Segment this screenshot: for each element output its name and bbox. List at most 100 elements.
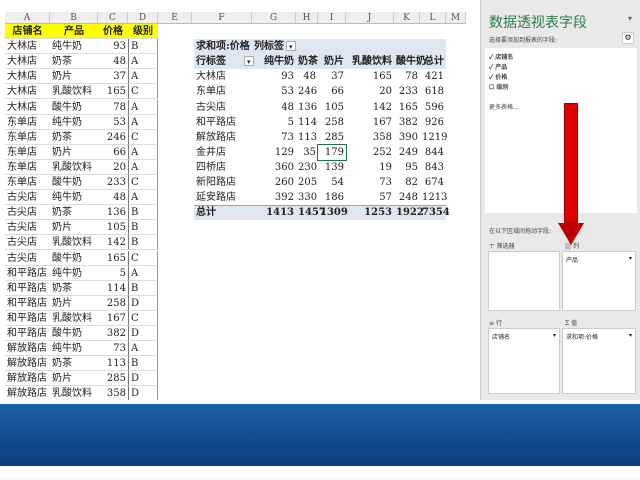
source-cell[interactable]: 105 bbox=[98, 220, 128, 236]
pivot-value-cell[interactable]: 246 bbox=[296, 84, 318, 99]
source-cell[interactable]: B bbox=[128, 39, 158, 55]
pivot-total-cell[interactable]: 1309 bbox=[318, 205, 348, 220]
source-cell[interactable]: 142 bbox=[98, 235, 128, 251]
source-header-cell[interactable]: 价格 bbox=[98, 24, 128, 39]
source-cell[interactable]: 5 bbox=[98, 266, 128, 281]
source-cell[interactable]: 奶茶 bbox=[50, 54, 98, 70]
column-filter-dropdown[interactable]: ▾ bbox=[286, 41, 296, 52]
source-header-cell[interactable]: 级别 bbox=[128, 24, 158, 39]
field-checkbox-3[interactable]: ☐ 级别 bbox=[489, 82, 508, 91]
source-cell[interactable]: A bbox=[128, 159, 158, 175]
source-cell[interactable]: 167 bbox=[98, 311, 128, 326]
values-field-chip[interactable]: 求和项:价格 bbox=[566, 334, 598, 341]
source-cell[interactable]: 古尖店 bbox=[5, 235, 50, 251]
source-cell[interactable]: 20 bbox=[98, 160, 128, 175]
source-cell[interactable]: 酸牛奶 bbox=[50, 326, 98, 341]
pivot-row-header[interactable]: 四桥店 bbox=[194, 160, 252, 175]
source-cell[interactable]: 165 bbox=[98, 84, 128, 100]
source-cell[interactable]: 233 bbox=[98, 175, 128, 190]
pivot-value-cell[interactable]: 249 bbox=[394, 145, 420, 160]
source-cell[interactable]: 乳酸饮料 bbox=[50, 84, 98, 100]
column-header-G[interactable]: G bbox=[252, 12, 296, 24]
pivot-value-cell[interactable]: 252 bbox=[346, 145, 394, 160]
source-cell[interactable]: 285 bbox=[98, 371, 128, 387]
column-header-E[interactable]: E bbox=[158, 12, 192, 24]
pivot-value-cell[interactable]: 392 bbox=[252, 190, 296, 205]
column-header-A[interactable]: A bbox=[5, 12, 50, 24]
spreadsheet[interactable]: A B C D E F G H I J K L M 店铺名 产品 价格 级别 大林店 纯牛奶 93 B 大林店 奶茶 48 A 大… bbox=[0, 0, 478, 400]
source-cell[interactable]: 奶茶 bbox=[50, 356, 98, 372]
source-cell[interactable]: 纯牛奶 bbox=[50, 115, 98, 130]
source-cell[interactable]: A bbox=[128, 99, 158, 115]
source-cell[interactable]: C bbox=[128, 84, 158, 100]
source-header-cell[interactable]: 店铺名 bbox=[5, 24, 50, 39]
pivot-value-cell[interactable]: 78 bbox=[394, 69, 420, 84]
field-checkbox-1[interactable]: ✓ 产品 bbox=[489, 62, 507, 71]
columns-drop-area[interactable]: 产品 ▾ bbox=[562, 251, 636, 311]
source-cell[interactable]: 东单店 bbox=[5, 145, 50, 160]
pivot-value-cell[interactable]: 95 bbox=[394, 160, 420, 175]
source-cell[interactable]: 古尖店 bbox=[5, 190, 50, 206]
column-header-I[interactable]: I bbox=[318, 12, 346, 24]
pivot-value-cell[interactable]: 330 bbox=[296, 190, 318, 205]
pivot-value-cell[interactable]: 674 bbox=[420, 175, 446, 190]
column-header-D[interactable]: D bbox=[128, 12, 158, 24]
pivot-value-cell[interactable]: 54 bbox=[318, 175, 346, 190]
pivot-value-cell[interactable]: 136 bbox=[296, 100, 318, 115]
pivot-value-cell[interactable]: 73 bbox=[346, 175, 394, 190]
pivot-row-header[interactable]: 金井店 bbox=[194, 145, 252, 160]
source-cell[interactable]: 东单店 bbox=[5, 160, 50, 175]
chevron-down-icon[interactable]: ▾ bbox=[629, 332, 632, 339]
pivot-column-header[interactable]: 奶片 bbox=[318, 54, 346, 69]
source-cell[interactable]: 136 bbox=[98, 205, 128, 221]
source-cell[interactable]: B bbox=[128, 235, 158, 251]
source-cell[interactable]: 和平路店 bbox=[5, 296, 50, 311]
settings-gear-icon[interactable]: ⚙ bbox=[622, 32, 634, 44]
rows-field-chip[interactable]: 店铺名 bbox=[492, 334, 510, 341]
source-cell[interactable]: D bbox=[128, 371, 158, 387]
pivot-row-header[interactable]: 新阳路店 bbox=[194, 175, 252, 190]
pivot-total-cell[interactable]: 1457 bbox=[296, 205, 326, 220]
pivot-value-cell[interactable]: 248 bbox=[394, 190, 420, 205]
more-tables-link[interactable]: 更多表格... bbox=[489, 102, 519, 111]
pivot-value-cell[interactable]: 421 bbox=[420, 69, 446, 84]
source-cell[interactable]: 大林店 bbox=[5, 54, 50, 70]
source-cell[interactable]: 78 bbox=[98, 100, 128, 115]
source-cell[interactable]: 酸牛奶 bbox=[50, 175, 98, 190]
source-cell[interactable]: 纯牛奶 bbox=[50, 39, 98, 55]
source-cell[interactable]: 纯牛奶 bbox=[50, 266, 98, 281]
pivot-column-header[interactable]: 酸牛奶 bbox=[394, 54, 426, 69]
source-cell[interactable]: 66 bbox=[98, 145, 128, 160]
source-header-cell[interactable]: 产品 bbox=[50, 24, 98, 39]
source-cell[interactable]: B bbox=[128, 220, 158, 236]
source-cell[interactable]: 和平路店 bbox=[5, 281, 50, 296]
chevron-down-icon[interactable]: ▾ bbox=[629, 255, 632, 262]
source-cell[interactable]: 358 bbox=[98, 386, 128, 400]
pivot-value-cell[interactable]: 19 bbox=[346, 160, 394, 175]
pivot-value-cell[interactable]: 48 bbox=[252, 100, 296, 115]
values-drop-area[interactable]: 求和项:价格 ▾ bbox=[562, 328, 636, 394]
source-cell[interactable]: 乳酸饮料 bbox=[50, 386, 98, 400]
pivot-value-cell[interactable]: 53 bbox=[252, 84, 296, 99]
source-cell[interactable]: 纯牛奶 bbox=[50, 341, 98, 357]
pivot-value-cell[interactable]: 73 bbox=[252, 130, 296, 145]
source-cell[interactable]: 古尖店 bbox=[5, 205, 50, 221]
pivot-value-cell[interactable]: 843 bbox=[420, 160, 446, 175]
source-cell[interactable]: 73 bbox=[98, 341, 128, 357]
source-cell[interactable]: 酸牛奶 bbox=[50, 100, 98, 115]
field-checkbox-0[interactable]: ✓ 店铺名 bbox=[489, 52, 513, 61]
source-cell[interactable]: 奶片 bbox=[50, 296, 98, 311]
source-cell[interactable]: 大林店 bbox=[5, 69, 50, 85]
source-cell[interactable]: 48 bbox=[98, 54, 128, 70]
pivot-value-cell[interactable]: 233 bbox=[394, 84, 420, 99]
source-cell[interactable]: A bbox=[128, 54, 158, 70]
source-cell[interactable]: 114 bbox=[98, 281, 128, 296]
pivot-value-cell[interactable]: 844 bbox=[420, 145, 446, 160]
source-cell[interactable]: A bbox=[128, 114, 158, 130]
pivot-value-cell[interactable]: 179 bbox=[317, 143, 347, 161]
source-cell[interactable]: 解放路店 bbox=[5, 356, 50, 372]
source-cell[interactable]: 奶片 bbox=[50, 145, 98, 160]
source-cell[interactable]: A bbox=[128, 341, 158, 357]
pivot-value-cell[interactable]: 360 bbox=[252, 160, 296, 175]
pivot-value-cell[interactable]: 186 bbox=[318, 190, 346, 205]
